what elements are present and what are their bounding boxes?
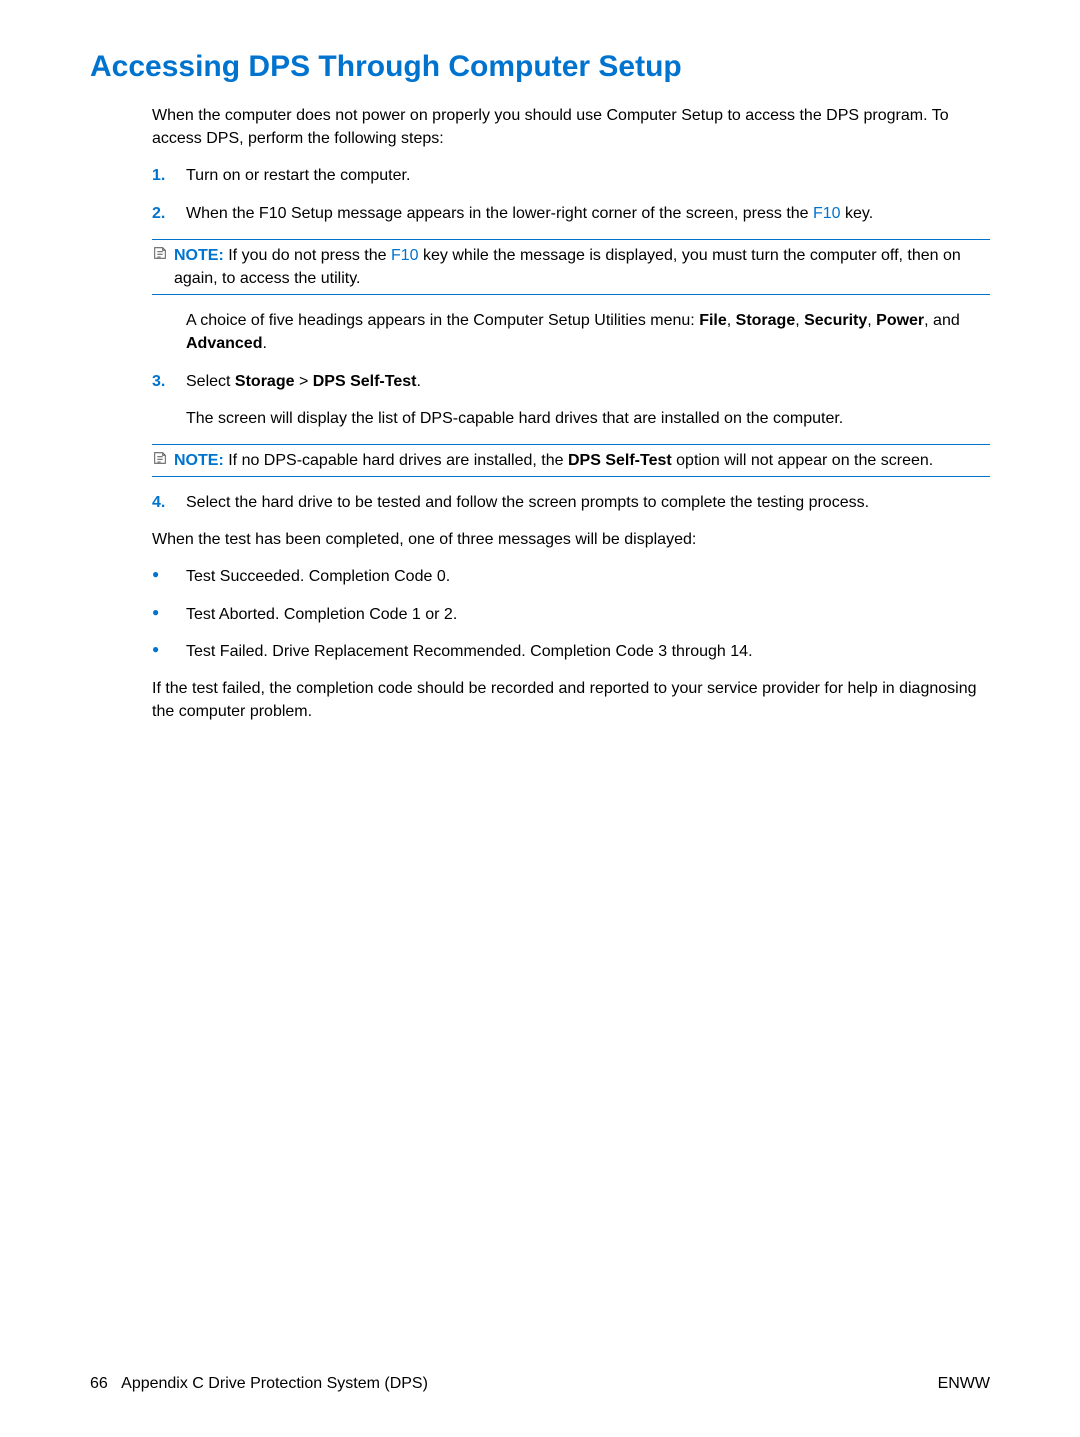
step-3: Select Storage > DPS Self-Test. The scre… <box>152 370 990 430</box>
result-aborted: Test Aborted. Completion Code 1 or 2. <box>152 603 990 626</box>
page-number: 66 <box>90 1375 108 1392</box>
note-2-text: NOTE: If no DPS-capable hard drives are … <box>174 449 990 472</box>
page: Accessing DPS Through Computer Setup Whe… <box>0 0 1080 1437</box>
note-icon-2 <box>152 449 168 472</box>
step-4: Select the hard drive to be tested and f… <box>152 491 990 514</box>
step-4-text: Select the hard drive to be tested and f… <box>186 494 869 511</box>
intro-paragraph: When the computer does not power on prop… <box>152 104 990 150</box>
page-title: Accessing DPS Through Computer Setup <box>90 50 990 84</box>
f10-key: F10 <box>813 205 841 222</box>
note-box-1: NOTE: If you do not press the F10 key wh… <box>152 239 990 295</box>
note-1-text: NOTE: If you do not press the F10 key wh… <box>174 244 990 290</box>
step-3-text: Select Storage > DPS Self-Test. <box>186 373 421 390</box>
step-1-text: Turn on or restart the computer. <box>186 167 410 184</box>
result-failed: Test Failed. Drive Replacement Recommend… <box>152 640 990 663</box>
note-icon <box>152 244 168 290</box>
page-footer: 66 Appendix C Drive Protection System (D… <box>90 1375 990 1393</box>
step-3-after: The screen will display the list of DPS-… <box>186 407 990 430</box>
footer-right: ENWW <box>938 1375 990 1393</box>
post-list-intro: When the test has been completed, one of… <box>152 528 990 551</box>
step-2-continuation: A choice of five headings appears in the… <box>152 309 990 355</box>
steps-list: Turn on or restart the computer. When th… <box>152 164 990 224</box>
steps-list-cont: Select Storage > DPS Self-Test. The scre… <box>152 370 990 430</box>
footer-section: Appendix C Drive Protection System (DPS) <box>121 1375 428 1392</box>
step-2: When the F10 Setup message appears in th… <box>152 202 990 225</box>
note-box-2: NOTE: If no DPS-capable hard drives are … <box>152 444 990 477</box>
footer-left: 66 Appendix C Drive Protection System (D… <box>90 1375 428 1393</box>
step-2-text: When the F10 Setup message appears in th… <box>186 205 873 222</box>
result-succeeded: Test Succeeded. Completion Code 0. <box>152 565 990 588</box>
body: When the computer does not power on prop… <box>152 104 990 723</box>
step-2-after: A choice of five headings appears in the… <box>186 309 990 355</box>
results-list: Test Succeeded. Completion Code 0. Test … <box>152 565 990 663</box>
f10-key-2: F10 <box>391 247 419 264</box>
steps-list-cont2: Select the hard drive to be tested and f… <box>152 491 990 514</box>
closing-paragraph: If the test failed, the completion code … <box>152 677 990 723</box>
step-1: Turn on or restart the computer. <box>152 164 990 187</box>
